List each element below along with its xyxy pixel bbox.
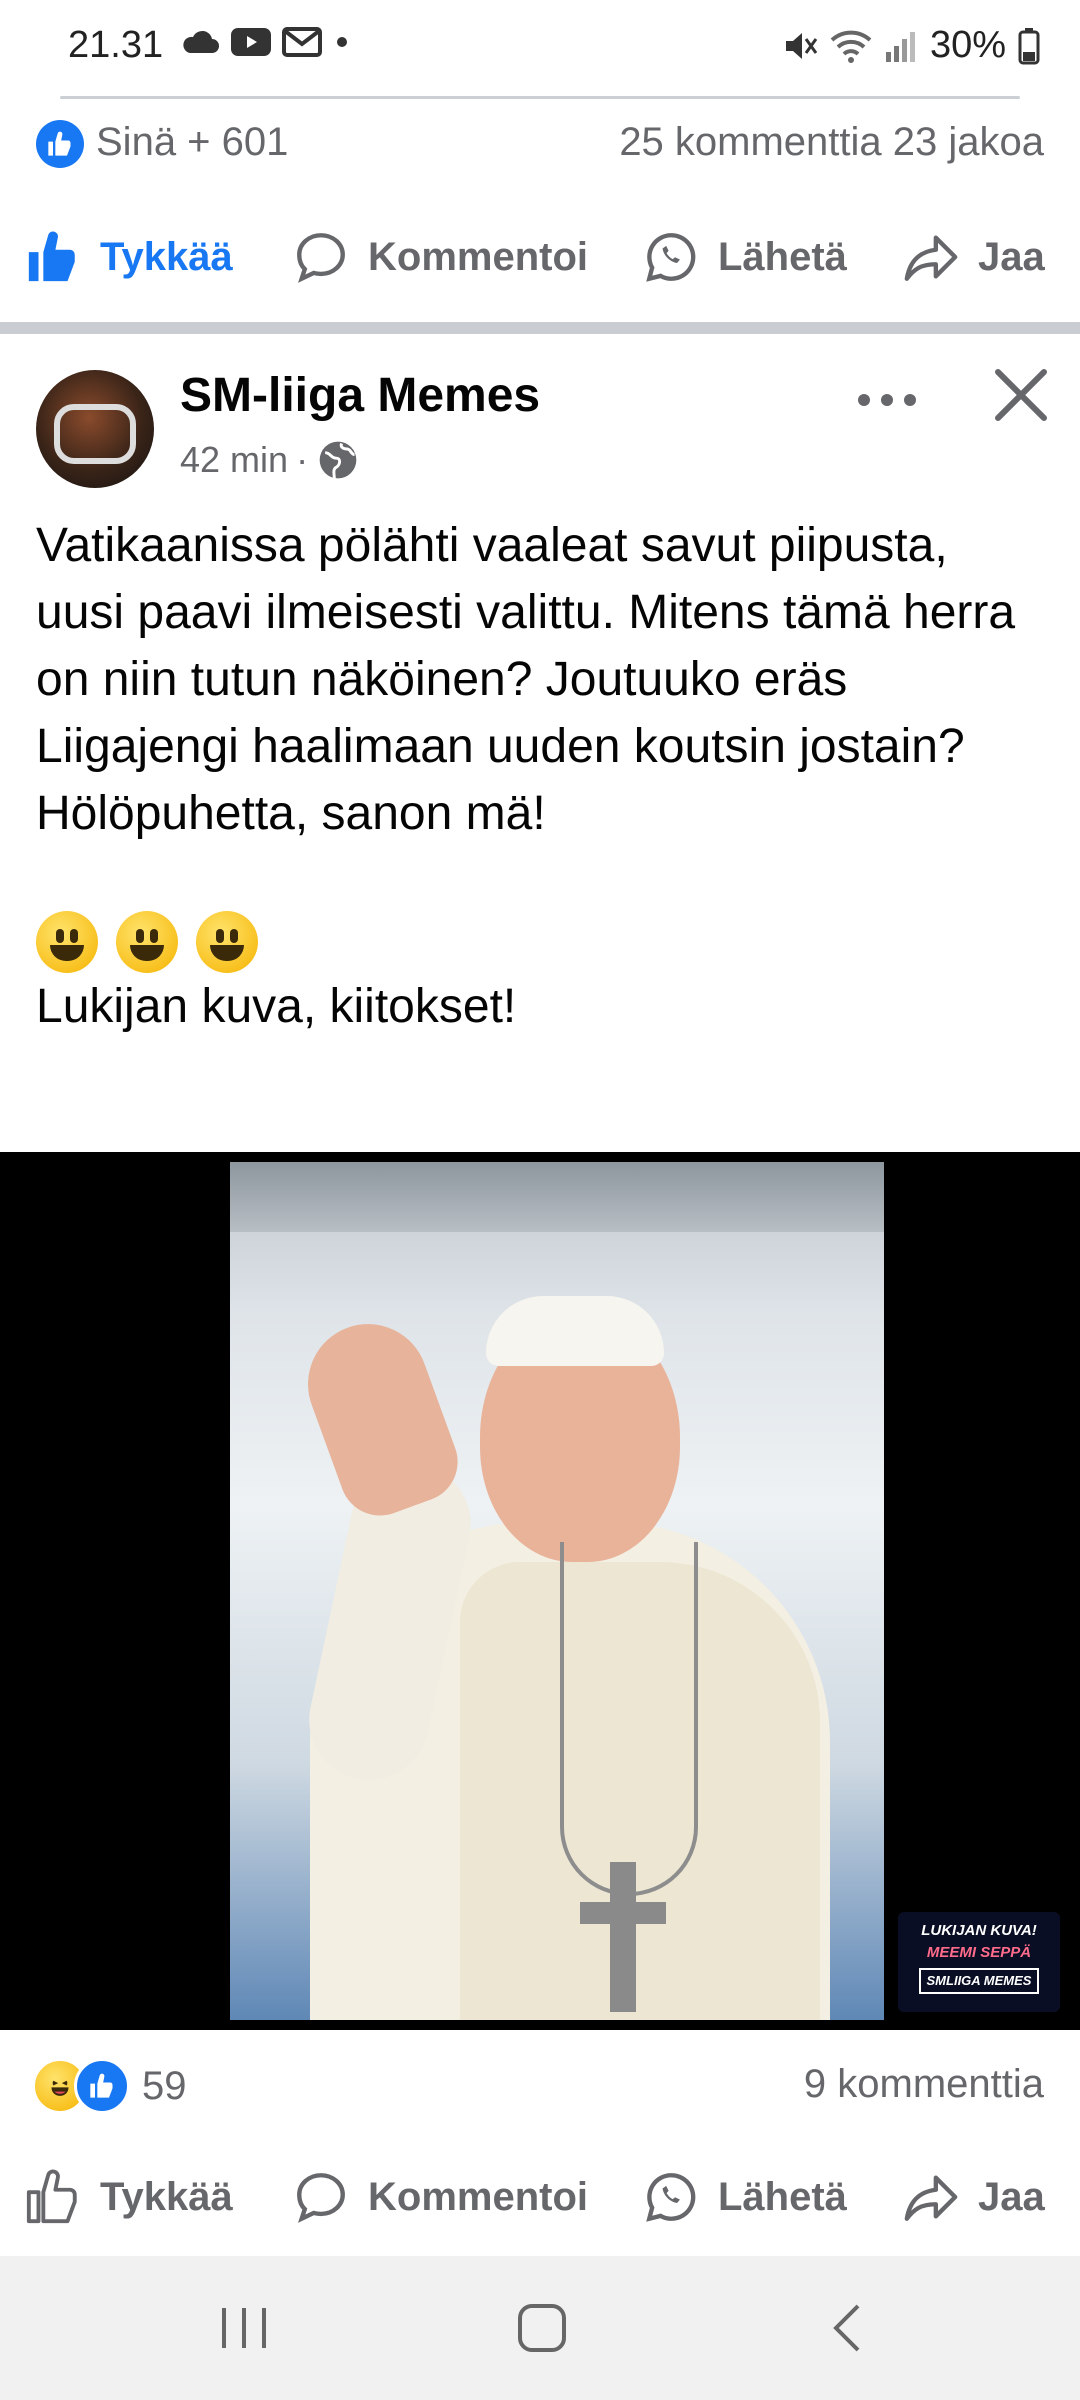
post-body: Vatikaanissa pölähti vaaleat savut piipu… [36,512,1046,1040]
watermark-line1: LUKIJAN KUVA! [921,1922,1037,1939]
battery-icon [1018,27,1040,64]
send-button[interactable]: Lähetä [642,2168,847,2226]
post-header: SM-liiga Memes 42 min · [0,350,1080,500]
previous-post-actions: Tykkää Kommentoi Lähetä Jaa [0,200,1080,310]
send-label: Lähetä [718,2174,847,2219]
wifi-icon [830,30,872,63]
back-icon[interactable] [820,2300,876,2356]
watermark-tag: SMLIIGA MEMES [918,1968,1040,1994]
gmail-icon [282,27,322,57]
send-button[interactable]: Lähetä [642,228,847,286]
post-time[interactable]: 42 min [180,439,288,481]
share-button[interactable]: Jaa [902,228,1045,286]
post-image[interactable]: LUKIJAN KUVA! MEEMI SEPPÄ SMLIIGA MEMES [0,1152,1080,2030]
grinning-face-emoji [36,911,98,973]
post-message: Vatikaanissa pölähti vaaleat savut piipu… [36,519,1016,840]
like-label: Tykkää [100,234,233,279]
mute-icon [785,32,818,59]
whatsapp-icon [646,2173,696,2222]
send-label: Lähetä [718,234,847,279]
page-avatar[interactable] [36,370,154,488]
page-name[interactable]: SM-liiga Memes [180,368,540,423]
meta-separator: · [296,439,309,480]
grinning-face-emoji [116,911,178,973]
watermark-line2: MEEMI SEPPÄ [926,1944,1032,1961]
reaction-count: 59 [142,2063,187,2108]
share-label: Jaa [978,234,1045,279]
comment-icon [297,2173,345,2223]
status-time: 21.31 [68,24,164,66]
reaction-summary[interactable]: 59 [32,2058,187,2114]
like-label: Tykkää [100,2174,233,2219]
cloud-icon [183,30,219,53]
like-icon [26,2169,77,2224]
previous-comments-shares[interactable]: 25 kommenttia 23 jakoa [619,120,1044,165]
previous-post-stats: Sinä + 601 25 kommenttia 23 jakoa [0,110,1080,180]
comment-button[interactable]: Kommentoi [292,228,588,286]
comment-label: Kommentoi [368,2174,588,2219]
comment-label: Kommentoi [368,234,588,279]
like-reaction-icon [36,120,84,168]
dot-icon [337,37,347,47]
comment-button[interactable]: Kommentoi [292,2168,588,2226]
card-top-edge [60,96,1020,99]
goalie-mask-graphic [54,404,136,464]
system-icons: 30% [782,24,1040,67]
system-nav-bar [0,2256,1080,2400]
comment-count[interactable]: 9 kommenttia [804,2062,1044,2107]
post-meta: 42 min · [180,438,360,482]
comment-icon [297,233,345,283]
feed-separator [0,322,1080,334]
like-button[interactable]: Tykkää [24,2168,233,2226]
whatsapp-icon [646,233,696,282]
like-button-active[interactable]: Tykkää [24,228,233,286]
close-icon[interactable] [990,364,1052,426]
home-icon[interactable] [514,2300,570,2356]
post-actions: Tykkää Kommentoi Lähetä Jaa [0,2140,1080,2250]
emoji-row [36,911,1046,973]
post-stats: 59 9 kommenttia [0,2050,1080,2120]
meme-watermark: LUKIJAN KUVA! MEEMI SEPPÄ SMLIIGA MEMES [898,1912,1060,2012]
grinning-face-emoji [196,911,258,973]
notification-icons [180,26,352,58]
share-label: Jaa [978,2174,1045,2219]
more-icon[interactable] [852,380,922,420]
share-button[interactable]: Jaa [902,2168,1045,2226]
battery-percent: 30% [929,24,1006,66]
signal-icon [885,31,915,62]
pope-photo [230,1162,884,2020]
share-icon [904,2175,958,2221]
share-icon [904,235,958,281]
previous-reactions-text[interactable]: Sinä + 601 [96,120,288,165]
like-icon [28,231,75,282]
globe-icon [319,441,357,479]
youtube-icon [231,28,271,56]
status-bar: 21.31 30% [0,0,1080,96]
photo-credit: Lukijan kuva, kiitokset! [36,980,517,1033]
like-reaction-icon [74,2058,130,2114]
recent-apps-icon[interactable] [214,2300,274,2356]
